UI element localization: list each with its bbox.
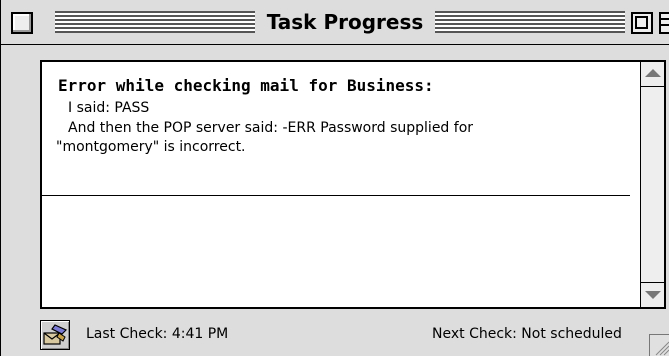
last-check-label: Last Check: 4:41 PM bbox=[86, 326, 229, 342]
scroll-track[interactable] bbox=[641, 87, 664, 282]
message-line: "montgomery" is incorrect. bbox=[56, 139, 246, 155]
down-arrow-icon bbox=[645, 291, 661, 299]
close-box-icon[interactable] bbox=[11, 12, 33, 34]
zoom-box-icon[interactable] bbox=[631, 12, 653, 34]
grow-box-icon[interactable] bbox=[649, 334, 669, 356]
title-bar-stripes-right bbox=[435, 11, 631, 33]
message-entry: Error while checking mail for Business: … bbox=[42, 62, 630, 195]
error-title: Error while checking mail for Business: bbox=[58, 76, 434, 95]
status-bar: Last Check: 4:41 PM Next Check: Not sche… bbox=[1, 312, 669, 356]
vertical-scrollbar[interactable] bbox=[640, 62, 664, 307]
message-line: And then the POP server said: -ERR Passw… bbox=[68, 120, 474, 136]
collapse-line bbox=[661, 24, 669, 26]
check-mail-icon bbox=[43, 324, 68, 345]
collapse-box-icon[interactable] bbox=[659, 12, 669, 34]
message-divider bbox=[42, 195, 630, 196]
up-arrow-icon bbox=[645, 69, 661, 77]
window-controls bbox=[625, 11, 669, 34]
message-panel[interactable]: Error while checking mail for Business: … bbox=[40, 60, 666, 309]
close-box-frame bbox=[7, 11, 49, 34]
scroll-up-button[interactable] bbox=[641, 62, 664, 87]
grow-box-lines bbox=[655, 341, 669, 356]
window-title: Task Progress bbox=[259, 8, 431, 36]
check-mail-button[interactable] bbox=[40, 320, 70, 350]
title-bar-stripes-left bbox=[55, 11, 255, 33]
task-progress-window: Task Progress Error while checking mail … bbox=[0, 0, 669, 356]
message-line: I said: PASS bbox=[68, 100, 150, 116]
next-check-label: Next Check: Not scheduled bbox=[432, 326, 622, 342]
zoom-box-inner bbox=[635, 16, 648, 29]
collapse-line bbox=[661, 18, 669, 20]
title-bar[interactable]: Task Progress bbox=[1, 0, 669, 45]
scroll-down-button[interactable] bbox=[641, 282, 664, 307]
